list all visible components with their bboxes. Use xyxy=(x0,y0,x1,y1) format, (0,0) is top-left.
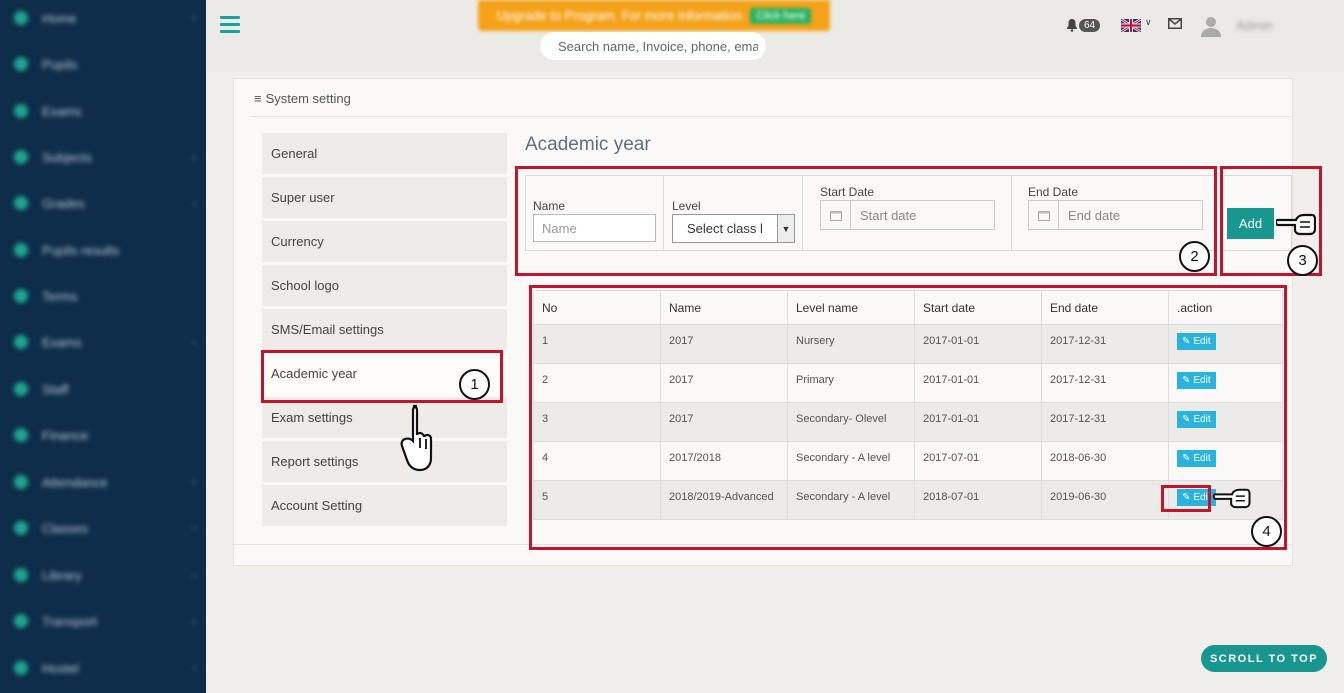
hostel-icon xyxy=(14,661,28,675)
annotation-box-edit xyxy=(1161,485,1211,512)
sidebar-item[interactable]: Home ‹ xyxy=(14,7,200,29)
pointing-hand-up-icon xyxy=(400,404,433,472)
sidebar-item[interactable]: Exams xyxy=(14,100,200,122)
sidebar-item[interactable]: Pupils xyxy=(14,53,200,75)
sidebar: Home ‹ Pupils Exams Subjects ‹ Grades ‹ Pup… xyxy=(0,0,206,693)
settings-menu-currency[interactable]: Currency xyxy=(262,221,507,262)
library-icon xyxy=(14,568,28,582)
topbar: Upgrade to Program. For more information… xyxy=(206,0,1344,72)
list-icon: ≡ xyxy=(254,91,262,106)
avatar[interactable] xyxy=(1200,15,1222,37)
notifications-button[interactable]: 64 xyxy=(1066,18,1101,32)
settings-menu: General Super user Currency School logo … xyxy=(262,133,507,529)
hamburger-menu-icon[interactable] xyxy=(220,16,240,36)
settings-menu-report-settings[interactable]: Report settings xyxy=(262,441,507,482)
annotation-number-4: 4 xyxy=(1251,516,1282,547)
transport-icon xyxy=(14,614,28,628)
pointing-hand-left-icon xyxy=(1276,213,1316,236)
finance-icon xyxy=(14,428,28,442)
annotation-number-1: 1 xyxy=(459,369,490,400)
grades-icon xyxy=(14,196,28,210)
page-title: Academic year xyxy=(525,134,651,155)
bell-icon xyxy=(1067,19,1077,32)
sidebar-item[interactable]: Subjects ‹ xyxy=(14,146,200,168)
home-icon xyxy=(14,11,28,25)
exams-icon xyxy=(14,104,28,118)
sidebar-item[interactable]: Attendance ‹ xyxy=(14,471,200,493)
pointing-hand-left-icon xyxy=(1212,488,1251,509)
settings-menu-super-user[interactable]: Super user xyxy=(262,177,507,218)
terms-icon xyxy=(14,289,28,303)
sidebar-item[interactable]: Staff xyxy=(14,378,200,400)
annotation-number-3: 3 xyxy=(1287,245,1318,276)
exams-icon xyxy=(14,335,28,349)
sidebar-item[interactable]: Transport ‹ xyxy=(14,610,200,632)
sidebar-item[interactable]: Classes ‹ xyxy=(14,517,200,539)
settings-menu-exam-settings[interactable]: Exam settings xyxy=(262,397,507,438)
scroll-to-top-button[interactable]: SCROLL TO TOP xyxy=(1201,645,1327,672)
settings-menu-account-setting[interactable]: Account Setting xyxy=(262,485,507,526)
sidebar-item[interactable]: Library ‹ xyxy=(14,564,200,586)
sidebar-item[interactable]: Hostel ‹ xyxy=(14,657,200,679)
user-name[interactable]: Admin xyxy=(1236,18,1273,33)
results-icon xyxy=(14,243,28,257)
uk-flag-icon[interactable] xyxy=(1121,19,1141,32)
card-title: ≡ System setting xyxy=(254,91,351,106)
annotation-box-2 xyxy=(515,166,1217,276)
settings-menu-general[interactable]: General xyxy=(262,133,507,174)
search-input[interactable] xyxy=(540,32,766,60)
language-chevron-down-icon[interactable]: ∨ xyxy=(1145,17,1152,28)
staff-icon xyxy=(14,382,28,396)
pupils-icon xyxy=(14,57,28,71)
sidebar-item[interactable]: Exams ‹ xyxy=(14,331,200,353)
mail-icon[interactable] xyxy=(1168,18,1182,29)
sidebar-item[interactable]: Grades ‹ xyxy=(14,192,200,214)
settings-menu-sms-email[interactable]: SMS/Email settings xyxy=(262,309,507,350)
upgrade-banner: Upgrade to Program. For more information… xyxy=(478,0,830,31)
classes-icon xyxy=(14,521,28,535)
notification-count-badge: 64 xyxy=(1079,18,1101,32)
attendance-icon xyxy=(14,475,28,489)
sidebar-item[interactable]: Pupils results xyxy=(14,239,200,261)
sidebar-item[interactable]: Finance xyxy=(14,424,200,446)
annotation-number-2: 2 xyxy=(1179,241,1210,272)
divider xyxy=(250,116,1293,117)
promo-button[interactable]: Click here xyxy=(750,7,812,24)
settings-menu-school-logo[interactable]: School logo xyxy=(262,265,507,306)
sidebar-item[interactable]: Terms xyxy=(14,285,200,307)
subjects-icon xyxy=(14,150,28,164)
